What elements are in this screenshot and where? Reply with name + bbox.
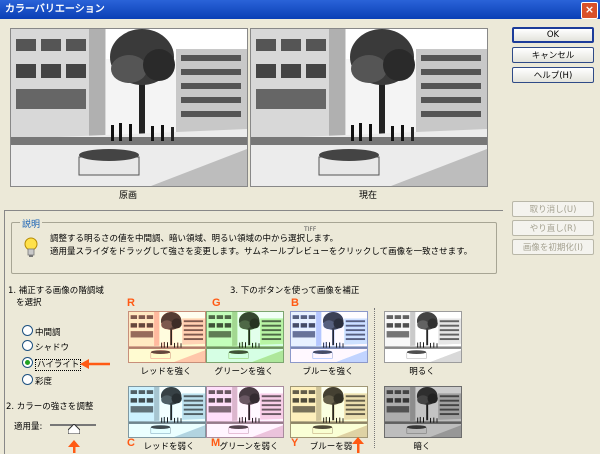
amount-label: 適用量: <box>14 422 43 432</box>
tone-section-subtitle: を選択 <box>16 298 42 308</box>
radio-label: ハイライト <box>35 359 82 371</box>
preview-panel: 原画 現在 <box>4 23 502 207</box>
letter-b: B <box>291 297 299 309</box>
original-label: 原画 <box>118 191 137 201</box>
radio-indicator <box>22 340 33 351</box>
tone-midtones-radio[interactable]: 中間調 <box>22 325 61 338</box>
tone-section-title: 1. 補正する画像の階調域 <box>8 286 104 296</box>
radio-label: 中間調 <box>35 328 61 338</box>
radio-indicator-selected <box>22 357 33 368</box>
description-line-1: 調整する明るさの値を中間調、暗い領域、明るい領域の中から選択します。 <box>50 234 339 244</box>
lightbulb-icon <box>24 237 38 257</box>
letter-g: G <box>212 297 221 309</box>
annotation-arrow-up-blue-icon <box>352 437 364 453</box>
description-legend: 説明 <box>20 217 43 230</box>
tiff-tag: TIFF <box>304 226 317 233</box>
label-less-green: グリーンを弱く <box>219 442 279 452</box>
cancel-button[interactable]: キャンセル <box>512 47 594 63</box>
radio-indicator <box>22 374 33 385</box>
thumbnail-less-blue[interactable] <box>290 386 368 438</box>
undo-button[interactable]: 取り消し(U) <box>512 201 594 217</box>
ok-button[interactable]: OK <box>512 27 594 43</box>
original-preview <box>10 28 248 187</box>
label-lighter: 明るく <box>409 367 435 377</box>
radio-label: シャドウ <box>35 343 70 353</box>
radio-label: 彩度 <box>35 377 53 387</box>
thumbnail-less-green[interactable] <box>206 386 284 438</box>
title-bar: カラーバリエーション × <box>0 0 600 19</box>
thumbnail-less-red[interactable] <box>128 386 206 438</box>
thumbnail-more-red[interactable] <box>128 311 206 363</box>
description-box: 説明 TIFF 調整する明るさの値を中間調、暗い領域、明るい領域の中から選択しま… <box>11 217 497 274</box>
tone-shadows-radio[interactable]: シャドウ <box>22 340 69 353</box>
help-button[interactable]: ヘルプ(H) <box>512 67 594 83</box>
correction-section-title: 3. 下のボタンを使って画像を補正 <box>230 286 360 296</box>
annotation-arrow-up-icon <box>68 440 80 453</box>
tone-saturation-radio[interactable]: 彩度 <box>22 374 52 387</box>
thumbnail-lighter[interactable] <box>384 311 462 363</box>
description-text: 調整する明るさの値を中間調、暗い領域、明るい領域の中から選択します。 適用量スラ… <box>50 233 472 259</box>
thumbnail-more-green[interactable] <box>206 311 284 363</box>
letter-r: R <box>127 297 135 309</box>
amount-slider-thumb-icon[interactable] <box>68 424 80 434</box>
thumbnail-darker[interactable] <box>384 386 462 438</box>
label-less-red: レッドを弱く <box>143 442 195 452</box>
radio-indicator <box>22 325 33 336</box>
window-title: カラーバリエーション <box>5 4 105 15</box>
description-line-2: 適用量スライダをドラッグして強さを変更します。サムネールプレビューをクリックして… <box>50 247 473 257</box>
annotation-arrow-left-icon <box>80 359 110 369</box>
redo-button[interactable]: やり直し(R) <box>512 220 594 236</box>
label-more-blue: ブルーを強く <box>302 367 354 377</box>
label-more-red: レッドを強く <box>140 367 192 377</box>
label-more-green: グリーンを強く <box>214 367 274 377</box>
reset-image-button[interactable]: 画像を初期化(I) <box>512 239 594 255</box>
intensity-section-title: 2. カラーの強さを調整 <box>6 402 94 412</box>
current-preview <box>250 28 488 187</box>
close-button[interactable]: × <box>581 2 598 19</box>
current-label: 現在 <box>358 191 377 201</box>
label-darker: 暗く <box>413 442 431 452</box>
thumbnail-more-blue[interactable] <box>290 311 368 363</box>
thumbnail-separator <box>374 308 375 448</box>
tone-highlights-radio[interactable]: ハイライト <box>22 357 82 371</box>
